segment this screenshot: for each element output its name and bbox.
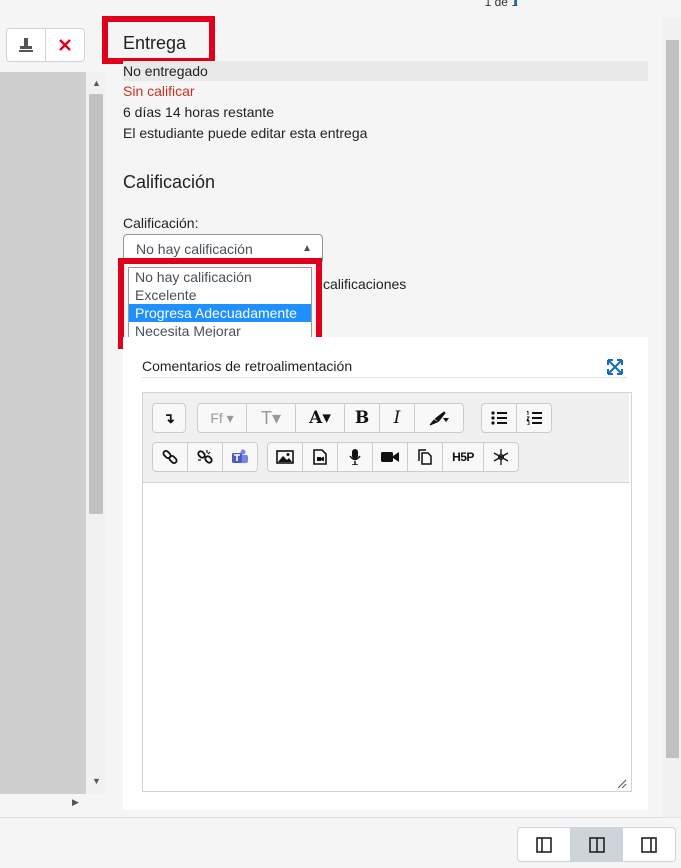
paintbrush-icon — [429, 411, 449, 426]
font-color-label: A — [309, 408, 323, 428]
grade-label: Calificación: — [123, 215, 199, 231]
image-button[interactable] — [268, 443, 302, 471]
microphone-icon — [349, 449, 361, 465]
behind-text: calificaciones — [323, 276, 407, 292]
teams-icon — [232, 449, 248, 463]
h5p-label: H5P — [452, 450, 474, 464]
numbered-list-button[interactable] — [516, 404, 551, 432]
layout-left-icon — [536, 836, 552, 853]
pin-icon[interactable] — [510, 0, 522, 8]
paintbrush-button[interactable] — [414, 404, 463, 432]
pdf-preview-area — [0, 72, 86, 794]
font-size-label: T — [260, 407, 272, 428]
annotation-toolbar — [6, 28, 85, 62]
edit-note: El estudiante puede editar esta entrega — [123, 125, 368, 141]
font-family-label: Ff — [210, 410, 223, 426]
numbered-list-icon — [526, 411, 542, 425]
scroll-down-icon[interactable]: ▼ — [92, 776, 101, 786]
font-family-button[interactable]: Ff ▾ — [198, 404, 246, 432]
teams-button[interactable] — [222, 443, 257, 471]
layout-left-button[interactable] — [518, 828, 570, 861]
bullet-list-icon — [491, 411, 507, 425]
feedback-title: Comentarios de retroalimentación — [142, 358, 353, 374]
submission-heading: Entrega — [123, 33, 187, 53]
grade-option-selected[interactable]: Progresa Adecuadamente — [129, 304, 311, 322]
copy-files-icon — [418, 449, 432, 465]
record-video-button[interactable] — [372, 443, 407, 471]
stamp-icon — [19, 38, 33, 52]
link-icon — [162, 450, 178, 464]
snowflake-icon — [493, 449, 509, 465]
font-size-button[interactable]: T ▾ — [246, 404, 295, 432]
divider — [142, 377, 627, 378]
grade-heading: Calificación — [123, 172, 216, 192]
unlink-button[interactable] — [187, 443, 222, 471]
editor-toolbar: ↴ Ff ▾ T ▾ A ▾ B I H5P — [143, 393, 629, 483]
layout-split-icon — [588, 836, 605, 853]
layout-switcher — [517, 827, 676, 862]
media-file-icon — [313, 449, 327, 465]
italic-label: I — [393, 408, 401, 428]
scroll-right-icon[interactable]: ▶ — [72, 797, 79, 808]
font-color-button[interactable]: A ▾ — [295, 404, 344, 432]
grade-select-value: No hay calificación — [136, 241, 253, 257]
unlink-icon — [197, 450, 213, 464]
expand-icon[interactable] — [607, 359, 623, 375]
collapse-toolbar-button[interactable]: ↴ — [153, 404, 185, 432]
delete-button[interactable] — [45, 29, 84, 61]
media-button[interactable] — [302, 443, 337, 471]
layout-split-button[interactable] — [569, 828, 623, 861]
time-remaining: 6 días 14 horas restante — [123, 104, 274, 120]
grading-status: Sin calificar — [123, 83, 195, 99]
layout-right-icon — [641, 836, 657, 853]
scroll-up-icon[interactable]: ▲ — [92, 78, 101, 88]
image-icon — [276, 450, 294, 464]
close-icon — [59, 39, 71, 51]
italic-button[interactable]: I — [379, 404, 414, 432]
grade-option[interactable]: Excelente — [129, 286, 311, 304]
link-button[interactable] — [153, 443, 187, 471]
resize-handle-icon[interactable] — [617, 779, 627, 789]
record-audio-button[interactable] — [337, 443, 372, 471]
grade-option[interactable]: No hay calificación — [129, 268, 311, 286]
manage-files-button[interactable] — [407, 443, 442, 471]
bold-button[interactable]: B — [344, 404, 379, 432]
ai-generate-button[interactable] — [483, 443, 518, 471]
stamp-button[interactable] — [7, 29, 45, 61]
grade-dropdown-list[interactable]: No hay calificación Excelente Progresa A… — [128, 267, 312, 341]
video-camera-icon — [381, 452, 399, 462]
left-scrollbar-thumb[interactable] — [89, 94, 103, 514]
h5p-button[interactable]: H5P — [442, 443, 483, 471]
submission-status: No entregado — [123, 63, 208, 79]
bold-label: B — [354, 408, 370, 428]
layout-right-button[interactable] — [622, 828, 675, 861]
right-scrollbar-thumb[interactable] — [666, 40, 679, 758]
bullet-list-button[interactable] — [482, 404, 516, 432]
